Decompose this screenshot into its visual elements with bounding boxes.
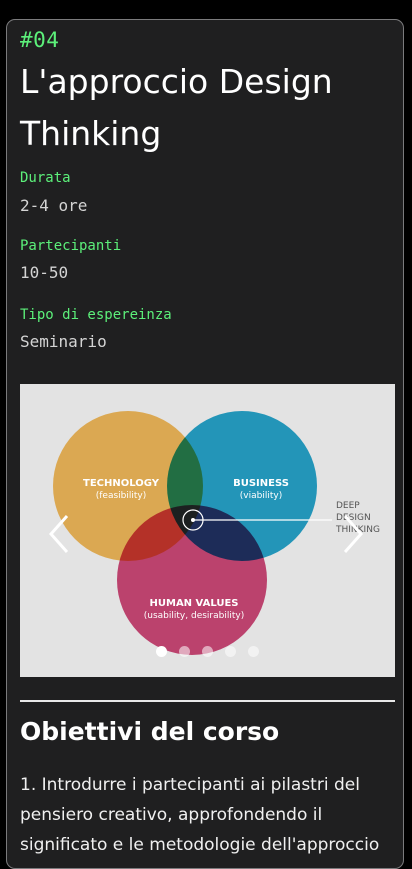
participants-label: Partecipanti <box>20 238 122 254</box>
deep-design-thinking-line1: DEEP <box>336 501 360 511</box>
carousel-indicators <box>20 646 395 657</box>
section-divider <box>20 700 395 702</box>
carousel-dot[interactable] <box>179 646 190 657</box>
duration-label: Durata <box>20 170 71 186</box>
technology-title: TECHNOLOGY <box>83 478 160 489</box>
carousel-dot[interactable] <box>202 646 213 657</box>
human-values-subtitle: (usability, desirability) <box>144 611 244 621</box>
design-thinking-venn-diagram: TECHNOLOGY (feasibility) BUSINESS (viabi… <box>53 411 380 655</box>
chevron-left-icon[interactable] <box>47 514 71 554</box>
objectives-body: 1. Introdurre i partecipanti ai pilastri… <box>20 775 380 855</box>
business-title: BUSINESS <box>233 478 289 489</box>
carousel-dot[interactable] <box>248 646 259 657</box>
course-title: L'approccio Design Thinking <box>20 62 333 153</box>
participants-value: 10-50 <box>20 263 69 282</box>
business-subtitle: (viability) <box>240 491 282 501</box>
chevron-right-icon[interactable] <box>341 514 365 554</box>
experience-type-value: Seminario <box>20 332 107 351</box>
technology-subtitle: (feasibility) <box>96 491 147 501</box>
human-values-title: HUMAN VALUES <box>150 598 239 609</box>
carousel-dot[interactable] <box>156 646 167 657</box>
duration-value: 2-4 ore <box>20 196 88 215</box>
image-carousel[interactable]: TECHNOLOGY (feasibility) BUSINESS (viabi… <box>20 384 395 677</box>
objectives-title: Obiettivi del corso <box>20 717 280 746</box>
human-values-circle <box>117 505 267 655</box>
experience-type-label: Tipo di espereinza <box>20 307 172 323</box>
carousel-dot[interactable] <box>225 646 236 657</box>
course-number: #04 <box>20 28 60 52</box>
course-card: #04 L'approccio Design Thinking Durata 2… <box>6 19 404 869</box>
